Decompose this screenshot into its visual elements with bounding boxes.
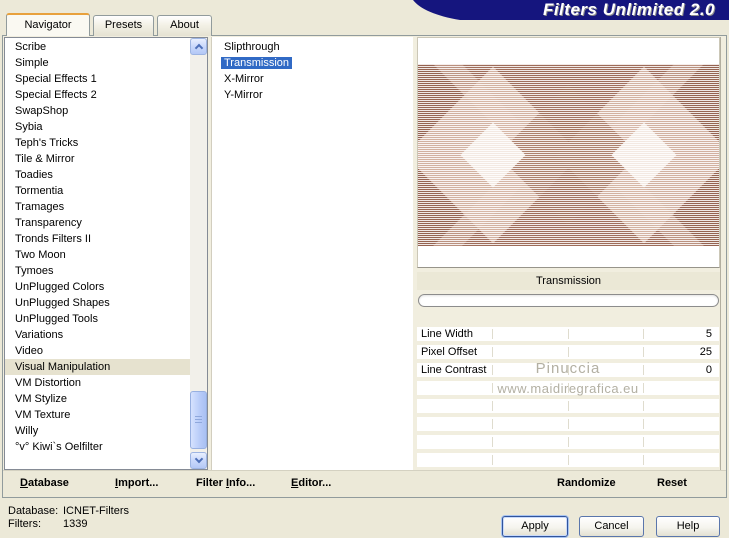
category-list-item[interactable]: VM Texture bbox=[5, 407, 190, 423]
filter-list-item[interactable]: Transmission bbox=[212, 55, 413, 71]
help-button[interactable]: Help bbox=[656, 516, 720, 537]
param-label: Line Width bbox=[421, 328, 473, 340]
slider-line-width[interactable]: Line Width 5 bbox=[417, 327, 719, 341]
editor-button[interactable]: Editor... bbox=[291, 477, 331, 489]
slider-row-empty bbox=[417, 399, 719, 413]
filter-info-button[interactable]: Filter Info... bbox=[196, 477, 255, 489]
param-value: 25 bbox=[699, 346, 712, 358]
scrollbar-thumb[interactable] bbox=[190, 391, 207, 449]
chevron-down-icon bbox=[194, 454, 204, 464]
category-list-item[interactable]: Visual Manipulation bbox=[5, 359, 190, 375]
category-list-item[interactable]: SwapShop bbox=[5, 103, 190, 119]
category-list-item[interactable]: Transparency bbox=[5, 215, 190, 231]
preview-image bbox=[418, 64, 719, 246]
category-list-item[interactable]: Special Effects 1 bbox=[5, 71, 190, 87]
category-list: Scribe Simple Special Effects 1 Special Eff… bbox=[5, 39, 190, 469]
category-list-item[interactable]: Tymoes bbox=[5, 263, 190, 279]
slider-row-empty bbox=[417, 435, 719, 449]
category-scrollbar[interactable] bbox=[190, 38, 207, 469]
category-list-item[interactable]: VM Distortion bbox=[5, 375, 190, 391]
status-filters-value: 1339 bbox=[63, 518, 88, 530]
filter-list-item[interactable]: Y-Mirror bbox=[212, 87, 413, 103]
category-list-item[interactable]: VM Stylize bbox=[5, 391, 190, 407]
filter-name-caption: Transmission bbox=[417, 272, 720, 290]
category-list-item[interactable]: Two Moon bbox=[5, 247, 190, 263]
category-list-item[interactable]: Sybia bbox=[5, 119, 190, 135]
filter-list-item[interactable]: Slipthrough bbox=[212, 39, 413, 55]
database-button[interactable]: Database bbox=[20, 477, 69, 489]
command-bar: Database Import... Filter Info... Editor… bbox=[3, 470, 726, 497]
category-list-box: Scribe Simple Special Effects 1 Special Eff… bbox=[4, 37, 208, 470]
category-list-item[interactable]: °v° Kiwi`s Oelfilter bbox=[5, 439, 190, 455]
scroll-down-button[interactable] bbox=[190, 452, 207, 469]
category-list-item[interactable]: Tormentia bbox=[5, 183, 190, 199]
app-title: Filters Unlimited 2.0 bbox=[542, 0, 715, 19]
filter-list-item[interactable]: X-Mirror bbox=[212, 71, 413, 87]
category-list-item[interactable]: Variations bbox=[5, 327, 190, 343]
status-database-label: Database: bbox=[8, 505, 59, 517]
chevron-up-icon bbox=[194, 43, 204, 53]
preview-box bbox=[417, 37, 720, 268]
category-list-item[interactable]: UnPlugged Colors bbox=[5, 279, 190, 295]
title-banner: Filters Unlimited 2.0 bbox=[400, 0, 729, 20]
watermark-text: Pinuccia bbox=[535, 360, 601, 377]
param-value: 5 bbox=[705, 328, 712, 340]
category-list-item[interactable]: Willy bbox=[5, 423, 190, 439]
status-filters: Filters: 1339 bbox=[8, 518, 87, 530]
reset-button[interactable]: Reset bbox=[657, 477, 687, 489]
progress-bar bbox=[418, 294, 719, 307]
category-list-item[interactable]: UnPlugged Tools bbox=[5, 311, 190, 327]
param-label: Pixel Offset bbox=[421, 346, 478, 358]
filter-list: Slipthrough Transmission X-Mirror Y-Mirror bbox=[211, 37, 413, 470]
randomize-button[interactable]: Randomize bbox=[557, 477, 616, 489]
category-list-item[interactable]: Toadies bbox=[5, 167, 190, 183]
category-list-item[interactable]: Tronds Filters II bbox=[5, 231, 190, 247]
pattern-scanlines bbox=[418, 64, 719, 246]
panel-right-divider bbox=[720, 37, 721, 470]
cancel-button[interactable]: Cancel bbox=[579, 516, 644, 537]
slider-row-empty bbox=[417, 417, 719, 431]
status-filters-label: Filters: bbox=[8, 518, 41, 530]
tab-about[interactable]: About bbox=[157, 15, 212, 36]
tab-presets[interactable]: Presets bbox=[93, 15, 154, 36]
filters-unlimited-dialog: { "banner": { "title": "Filters Unlimite… bbox=[0, 0, 729, 538]
category-list-item[interactable]: UnPlugged Shapes bbox=[5, 295, 190, 311]
status-database: Database: ICNET-Filters bbox=[8, 505, 129, 517]
import-button[interactable]: Import... bbox=[115, 477, 158, 489]
apply-button[interactable]: Apply bbox=[502, 516, 568, 537]
tab-navigator[interactable]: Navigator bbox=[6, 13, 90, 36]
category-list-item[interactable]: Teph's Tricks bbox=[5, 135, 190, 151]
category-list-item[interactable]: Scribe bbox=[5, 39, 190, 55]
category-list-item[interactable]: Tramages bbox=[5, 199, 190, 215]
category-list-item[interactable]: Simple bbox=[5, 55, 190, 71]
scroll-up-button[interactable] bbox=[190, 38, 207, 55]
category-list-item[interactable]: Special Effects 2 bbox=[5, 87, 190, 103]
category-list-item[interactable]: Tile & Mirror bbox=[5, 151, 190, 167]
watermark-url: www.maidiregrafica.eu bbox=[497, 381, 639, 396]
slider-row-empty bbox=[417, 453, 719, 467]
status-database-value: ICNET-Filters bbox=[63, 505, 129, 517]
slider-pixel-offset[interactable]: Pixel Offset 25 bbox=[417, 345, 719, 359]
category-list-item[interactable]: Video bbox=[5, 343, 190, 359]
